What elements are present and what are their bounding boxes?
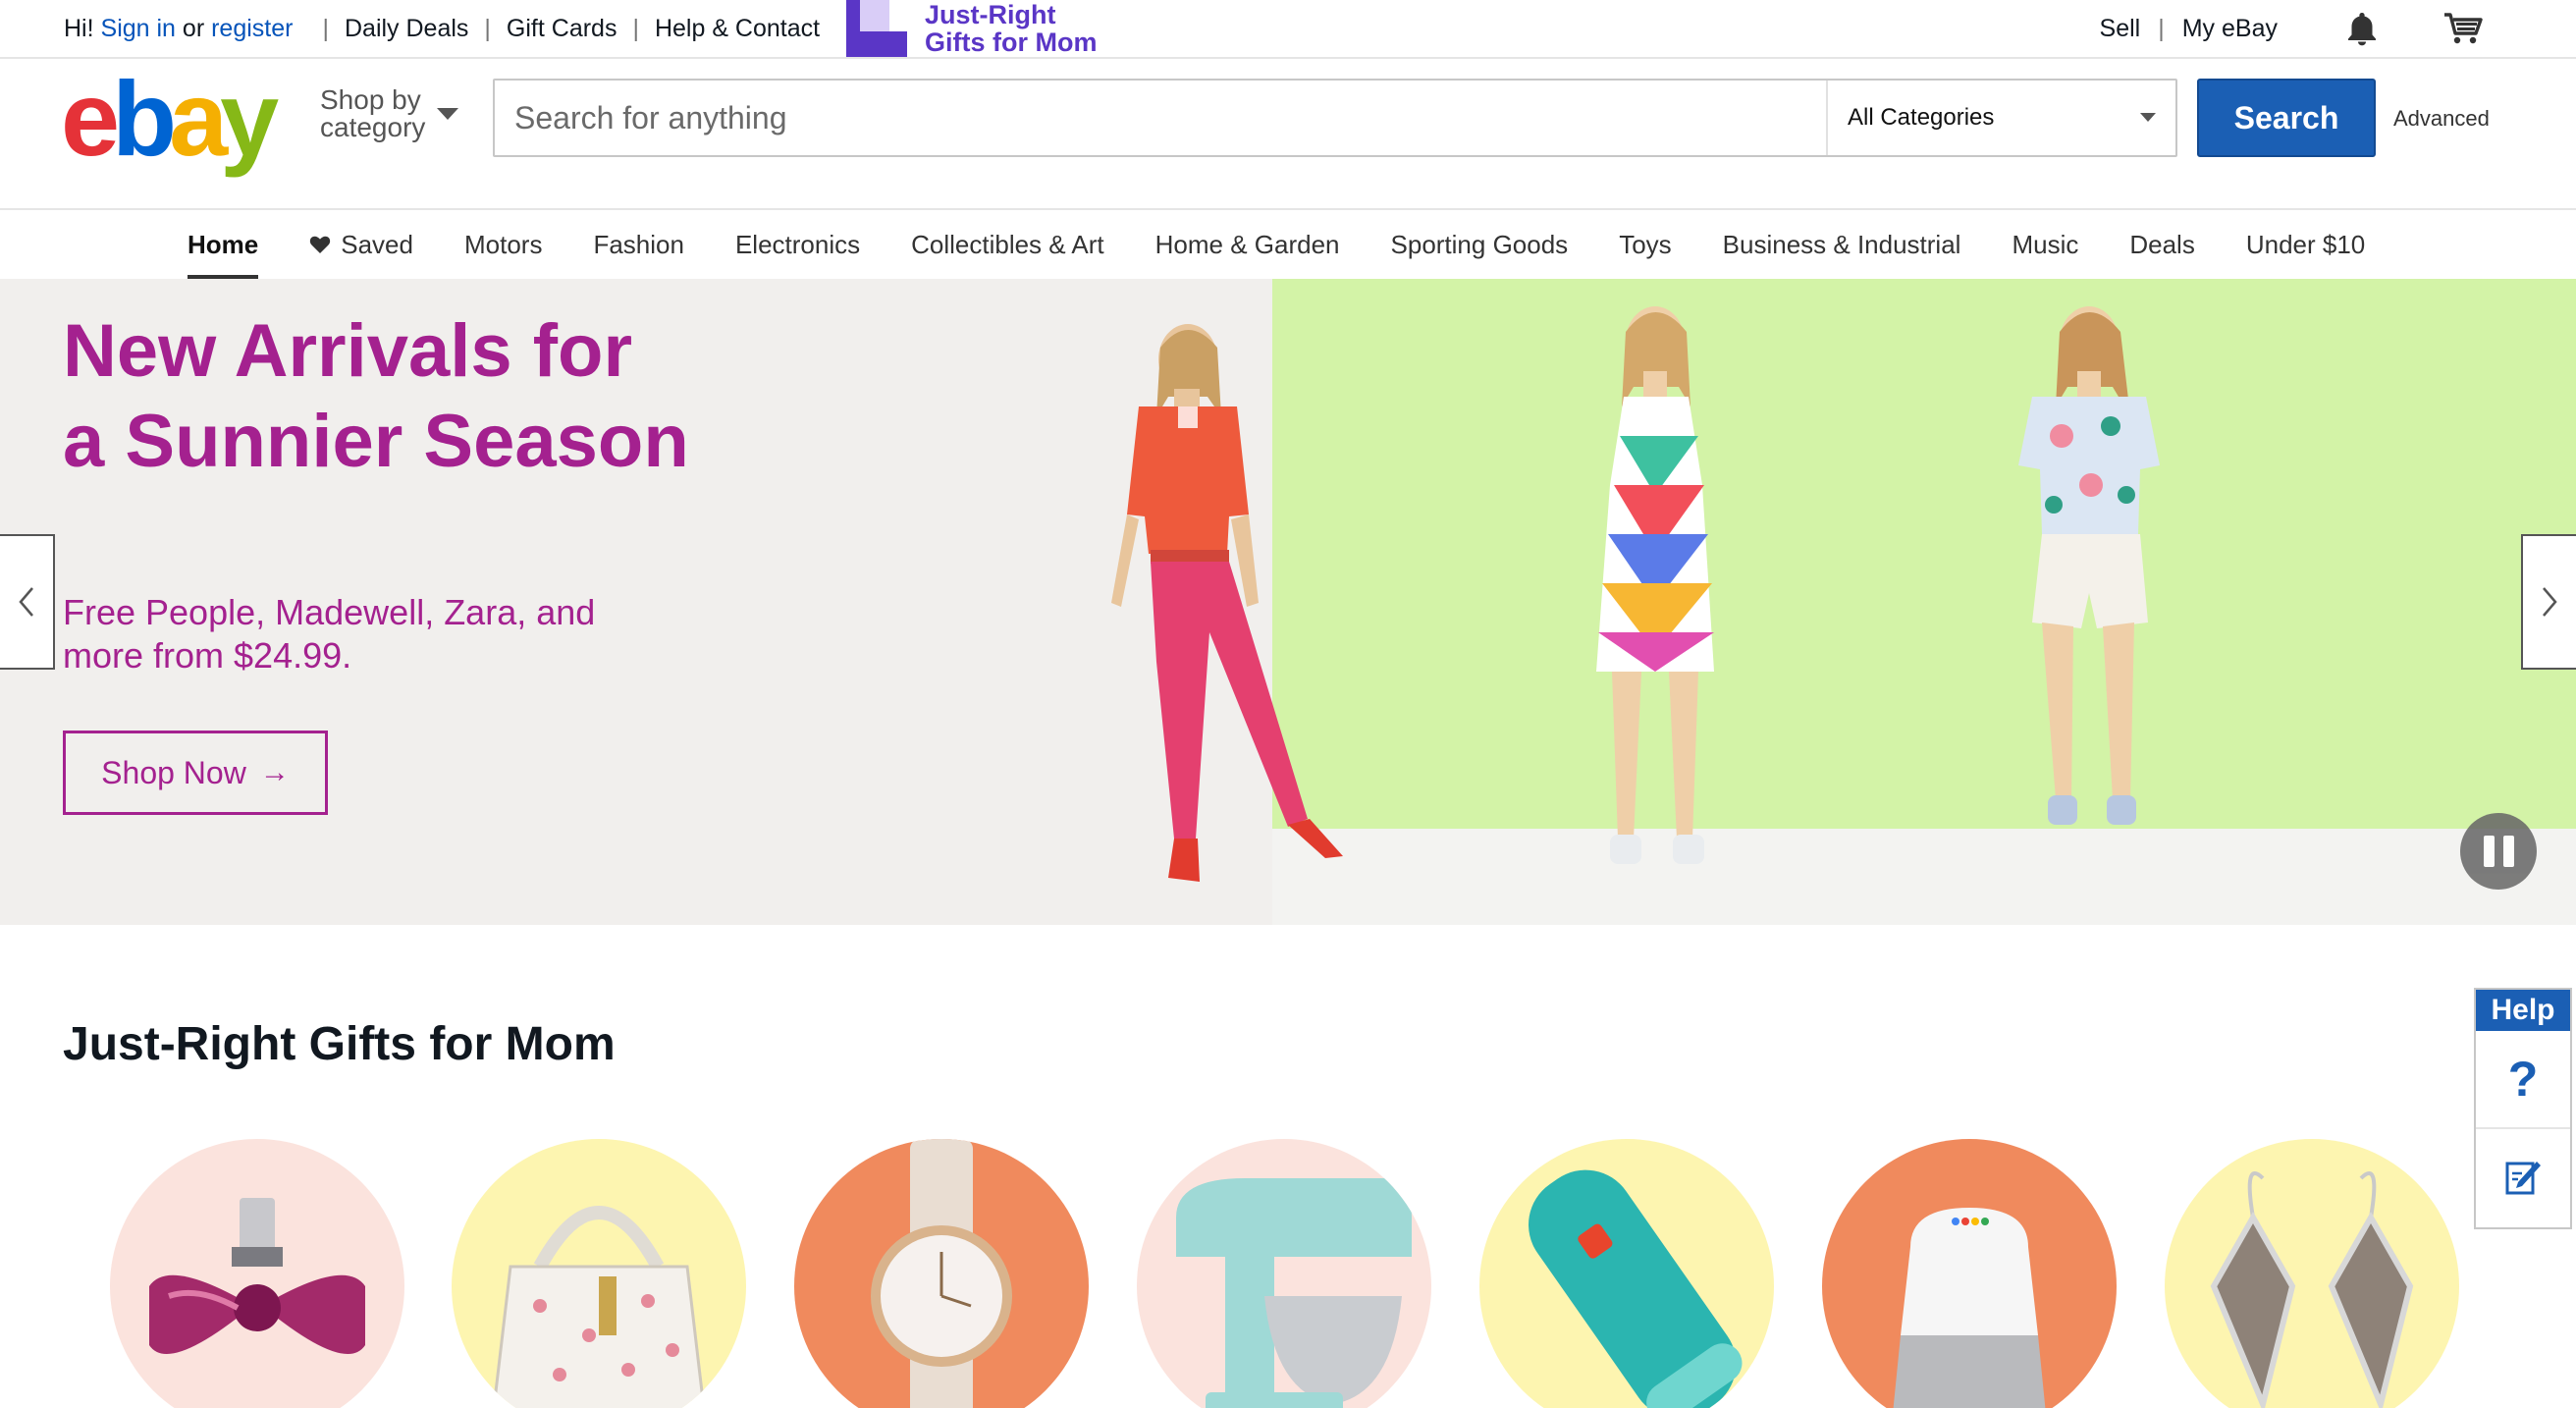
- carousel-prev-button[interactable]: [0, 534, 55, 670]
- nav-item-home[interactable]: Home: [188, 210, 259, 279]
- gift-item-handbag[interactable]: [452, 1139, 746, 1408]
- gift-item-watch[interactable]: [794, 1139, 1089, 1408]
- top-left-links: Hi! Sign in or register | Daily Deals | …: [64, 14, 821, 43]
- hero-title: New Arrivals for a Sunnier Season: [63, 309, 689, 483]
- promo-banner-link[interactable]: Just-Right Gifts for Mom: [846, 0, 1098, 57]
- gift-item-perfume[interactable]: [110, 1139, 404, 1408]
- nav-item-collectibles-art[interactable]: Collectibles & Art: [911, 210, 1104, 279]
- main-header: ebay Shop by category All Categories Sea…: [0, 59, 2576, 210]
- promo-line-2: Gifts for Mom: [925, 27, 1098, 57]
- hero-subtitle: Free People, Madewell, Zara, and more fr…: [63, 592, 596, 676]
- watch-icon: [871, 1139, 1012, 1408]
- top-utility-bar: Hi! Sign in or register | Daily Deals | …: [0, 0, 2576, 59]
- cart-icon[interactable]: [2441, 9, 2486, 48]
- promo-line-1: Just-Right: [925, 0, 1056, 29]
- top-right-links: Sell | My eBay: [2100, 0, 2576, 57]
- nav-item-home-garden[interactable]: Home & Garden: [1155, 210, 1340, 279]
- or-text: or: [182, 14, 205, 42]
- advanced-search-link[interactable]: Advanced: [2393, 106, 2490, 132]
- gift-item-speaker[interactable]: [1479, 1139, 1774, 1408]
- nav-item-motors[interactable]: Motors: [464, 210, 542, 279]
- shop-by-category-button[interactable]: Shop by category: [320, 84, 459, 142]
- chevron-left-icon: [19, 587, 33, 617]
- earrings-icon: [2210, 1171, 2414, 1408]
- greeting-text: Hi!: [64, 14, 94, 42]
- gift-item-smart-speaker[interactable]: [1822, 1139, 2117, 1408]
- carousel-pause-button[interactable]: [2460, 813, 2537, 890]
- gift-item-stand-mixer[interactable]: [1137, 1139, 1431, 1408]
- chevron-down-icon: [2140, 113, 2156, 122]
- perfume-icon: [149, 1198, 365, 1354]
- hero-green-backdrop: [1272, 279, 2576, 829]
- help-question-icon[interactable]: ?: [2476, 1031, 2570, 1129]
- promo-logo-icon: [846, 0, 907, 57]
- daily-deals-link[interactable]: Daily Deals: [345, 15, 468, 43]
- sign-in-link[interactable]: Sign in: [101, 15, 176, 43]
- register-link[interactable]: register: [211, 15, 293, 43]
- model-image-3: [2018, 306, 2160, 825]
- nav-item-electronics[interactable]: Electronics: [735, 210, 860, 279]
- shop-by-line-1: Shop by: [320, 84, 421, 115]
- arrow-right-icon: →: [259, 756, 290, 788]
- search-input[interactable]: [495, 81, 1826, 155]
- hero-floor: [1272, 829, 2576, 925]
- pause-icon: [2483, 836, 2495, 867]
- stand-mixer-icon: [1176, 1178, 1412, 1408]
- nav-item-toys[interactable]: Toys: [1619, 210, 1671, 279]
- search-bar: All Categories: [493, 79, 2177, 157]
- feedback-icon[interactable]: [2476, 1129, 2570, 1223]
- hero-carousel: New Arrivals for a Sunnier Season Free P…: [0, 279, 2576, 925]
- chevron-down-icon: [437, 108, 459, 120]
- shop-now-label: Shop Now: [101, 754, 246, 790]
- gifts-carousel: [110, 1139, 2466, 1408]
- smart-speaker-icon: [1893, 1208, 2046, 1408]
- help-widget: Help ?: [2474, 988, 2572, 1229]
- model-image-2: [1596, 306, 1714, 864]
- category-select-value: All Categories: [1848, 104, 1995, 131]
- my-ebay-link[interactable]: My eBay: [2182, 15, 2278, 43]
- nav-item-saved[interactable]: Saved: [309, 210, 413, 279]
- sell-link[interactable]: Sell: [2100, 15, 2141, 43]
- ebay-logo[interactable]: ebay: [61, 65, 279, 173]
- gift-item-earrings[interactable]: [2165, 1139, 2459, 1408]
- nav-item-under-10[interactable]: Under $10: [2246, 210, 2365, 279]
- handbag-icon: [492, 1206, 706, 1408]
- shop-now-button[interactable]: Shop Now →: [63, 731, 328, 815]
- gifts-section-title: Just-Right Gifts for Mom: [63, 1018, 616, 1070]
- carousel-next-button[interactable]: [2521, 534, 2576, 670]
- help-label[interactable]: Help: [2476, 990, 2570, 1031]
- model-image-1: [1111, 324, 1343, 882]
- category-select[interactable]: All Categories: [1826, 81, 2175, 155]
- nav-item-sporting-goods[interactable]: Sporting Goods: [1391, 210, 1569, 279]
- promo-text: Just-Right Gifts for Mom: [925, 1, 1098, 56]
- gift-cards-link[interactable]: Gift Cards: [507, 15, 617, 43]
- nav-item-business-industrial[interactable]: Business & Industrial: [1723, 210, 1961, 279]
- speaker-icon: [1529, 1169, 1743, 1408]
- nav-item-fashion[interactable]: Fashion: [593, 210, 684, 279]
- chevron-right-icon: [2543, 587, 2557, 617]
- category-nav: Home Saved Motors Fashion Electronics Co…: [0, 210, 2576, 279]
- help-contact-link[interactable]: Help & Contact: [655, 15, 820, 43]
- bell-icon[interactable]: [2342, 9, 2382, 48]
- heart-icon: [309, 235, 331, 254]
- search-button[interactable]: Search: [2197, 79, 2376, 157]
- nav-item-music[interactable]: Music: [2012, 210, 2078, 279]
- shop-by-line-2: category: [320, 112, 426, 142]
- nav-item-deals[interactable]: Deals: [2129, 210, 2194, 279]
